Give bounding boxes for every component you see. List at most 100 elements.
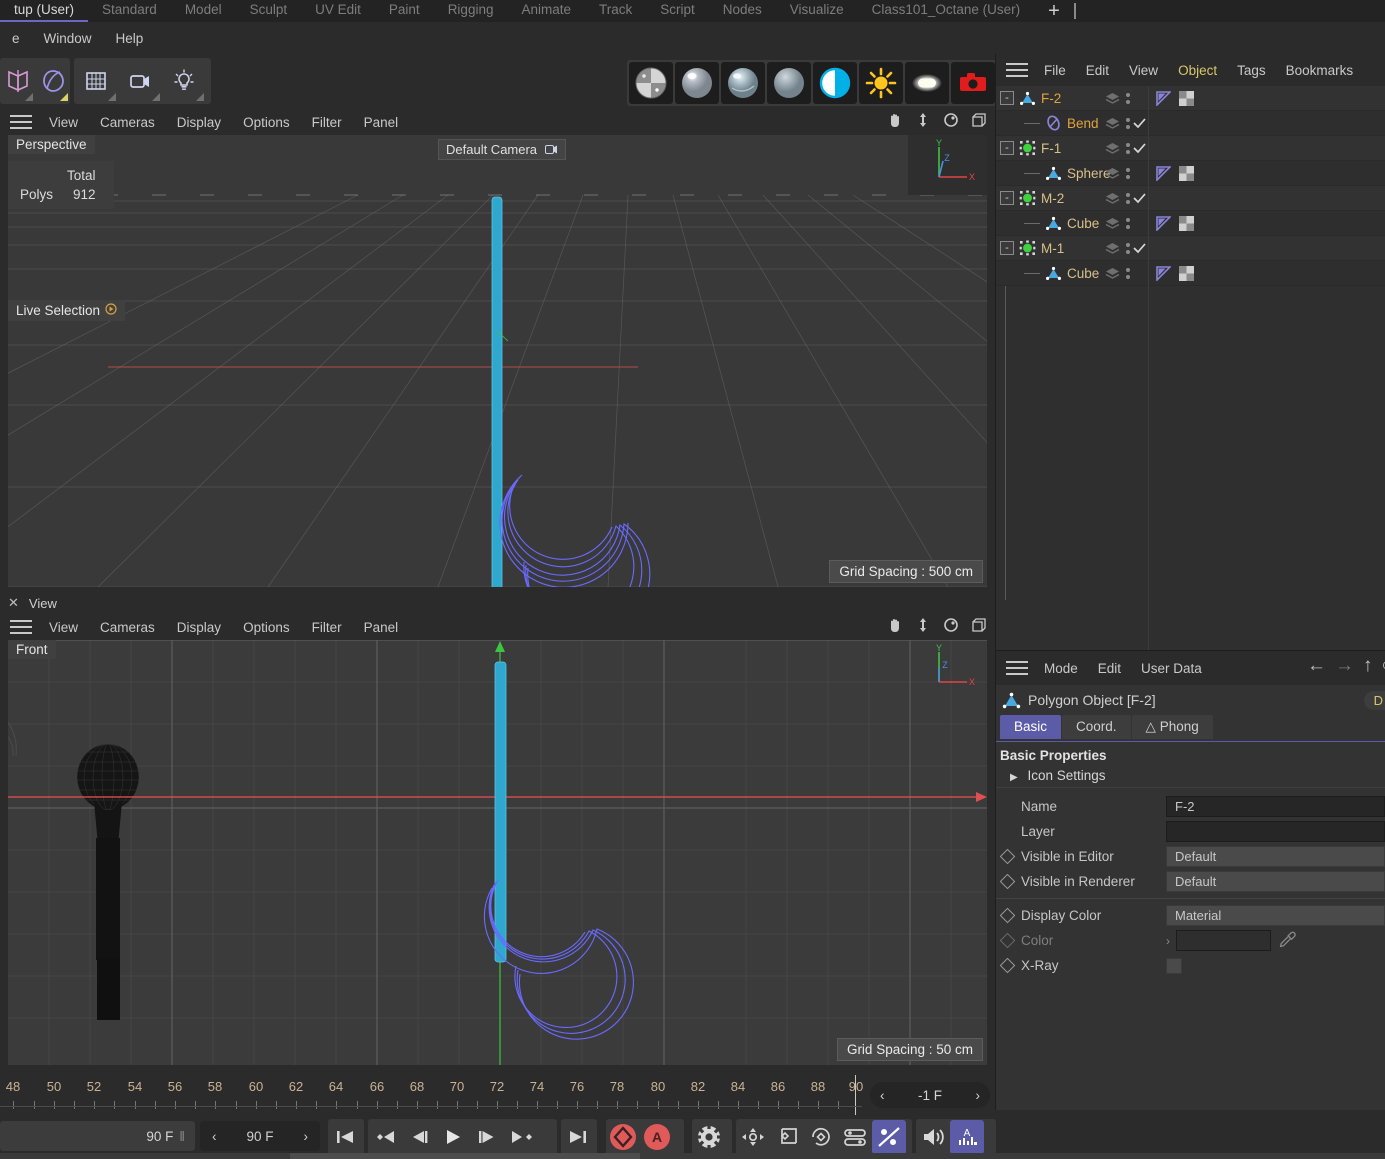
prev-frame-arrow[interactable]: ‹ (880, 1088, 885, 1103)
polygon-object-icon[interactable] (1043, 264, 1063, 282)
expander-toggle[interactable]: - (1000, 241, 1014, 255)
go-to-start-icon[interactable] (328, 1120, 362, 1154)
layout-tab-1[interactable]: Standard (88, 0, 171, 22)
visible-in-editor-select[interactable]: Default (1166, 846, 1385, 867)
null-object-icon[interactable] (1017, 139, 1037, 157)
object-menu-edit[interactable]: Edit (1076, 63, 1119, 78)
display-color-select[interactable]: Material (1166, 905, 1385, 926)
animate-keyframe-diamond-icon[interactable] (999, 873, 1016, 890)
attribute-pin-button[interactable]: D (1363, 690, 1385, 710)
maximize-icon[interactable] (971, 112, 987, 131)
viewport1-menu-view[interactable]: View (38, 115, 89, 130)
viewport2-hamburger-icon[interactable] (10, 620, 32, 634)
layout-tab-8[interactable]: Track (585, 0, 646, 22)
object-tags[interactable] (1156, 90, 1194, 106)
viewport1-camera-badge[interactable]: Default Camera (438, 139, 566, 160)
contrast-icon[interactable] (813, 62, 857, 104)
render-camera-icon[interactable] (951, 62, 995, 104)
resize-grip-icon[interactable]: ‖ (179, 1129, 185, 1144)
table-row[interactable]: - M-1 (996, 236, 1385, 261)
viewport2-menu-display[interactable]: Display (166, 620, 232, 635)
current-frame-value[interactable]: 90 F (246, 1129, 273, 1144)
attr-menu-edit[interactable]: Edit (1088, 661, 1131, 676)
viewport1-menu-options[interactable]: Options (232, 115, 301, 130)
table-row[interactable]: - F-1 (996, 136, 1385, 161)
viewport2-menu-cameras[interactable]: Cameras (89, 620, 166, 635)
glossy-material-icon[interactable] (675, 62, 719, 104)
zoom-icon[interactable] (915, 112, 931, 131)
viewport2-menu-panel[interactable]: Panel (353, 620, 410, 635)
next-frame-icon[interactable] (470, 1120, 504, 1154)
layout-tab-2[interactable]: Model (171, 0, 236, 22)
viewport2-canvas[interactable]: Front Y X Z Grid Spacing : 50 cm (8, 640, 987, 1065)
next-key-icon[interactable] (504, 1120, 538, 1154)
viewport1-projection-label[interactable]: Perspective (8, 135, 95, 154)
maximize-icon[interactable] (971, 617, 987, 636)
null-object-icon[interactable] (1017, 239, 1037, 257)
object-layer-controls[interactable] (1104, 191, 1146, 205)
pan-icon[interactable] (887, 112, 903, 131)
viewport1-menu-filter[interactable]: Filter (301, 115, 353, 130)
sound-icon[interactable] (916, 1120, 950, 1154)
animate-keyframe-diamond-icon[interactable] (999, 907, 1016, 924)
viewport2-menu-options[interactable]: Options (232, 620, 301, 635)
next-arrow[interactable]: › (303, 1129, 308, 1144)
viewport1-menu-cameras[interactable]: Cameras (89, 115, 166, 130)
object-name[interactable]: F-1 (1041, 141, 1061, 156)
timeline-playhead[interactable] (855, 1075, 856, 1115)
object-name[interactable]: M-1 (1041, 241, 1064, 256)
tab-phong[interactable]: △ Phong (1131, 715, 1213, 739)
object-layer-controls[interactable] (1104, 216, 1130, 230)
object-menu-bookmarks[interactable]: Bookmarks (1276, 63, 1364, 78)
expander-toggle[interactable]: - (1000, 91, 1014, 105)
object-menu-view[interactable]: View (1119, 63, 1168, 78)
chevron-right-icon[interactable]: › (1166, 934, 1170, 948)
visibility-dots[interactable] (1126, 192, 1130, 204)
table-row[interactable]: Cube (996, 261, 1385, 286)
menu-item-window[interactable]: Window (32, 31, 104, 46)
attr-menu-mode[interactable]: Mode (1034, 661, 1088, 676)
add-layout-button[interactable]: + (1034, 1, 1074, 21)
visibility-dots[interactable] (1126, 92, 1130, 104)
record-keyframe-icon[interactable] (606, 1120, 640, 1154)
animate-keyframe-diamond-icon[interactable] (999, 848, 1016, 865)
animate-keyframe-diamond-icon[interactable] (999, 932, 1016, 949)
menu-item-help[interactable]: Help (104, 31, 156, 46)
object-tags[interactable] (1156, 215, 1194, 231)
object-menu-object[interactable]: Object (1168, 63, 1227, 78)
visible-in-renderer-select[interactable]: Default (1166, 871, 1385, 892)
prev-key-icon[interactable] (368, 1120, 402, 1154)
checker-material-icon[interactable] (629, 62, 673, 104)
viewport2-projection-label[interactable]: Front (8, 640, 56, 659)
x-ray-checkbox[interactable] (1166, 957, 1182, 974)
camera-icon[interactable] (118, 59, 162, 103)
table-row[interactable]: Cube (996, 211, 1385, 236)
viewport2-menu-filter[interactable]: Filter (301, 620, 353, 635)
layout-tab-5[interactable]: Paint (375, 0, 434, 22)
object-name[interactable]: Bend (1067, 116, 1099, 131)
object-menu-file[interactable]: File (1034, 63, 1076, 78)
layout-tab-10[interactable]: Nodes (709, 0, 776, 22)
layout-tab-9[interactable]: Script (646, 0, 709, 22)
rotate-icon[interactable] (943, 112, 959, 131)
light-icon[interactable] (162, 59, 206, 103)
visibility-dots[interactable] (1126, 167, 1130, 179)
object-tags[interactable] (1156, 265, 1194, 281)
visibility-dots[interactable] (1126, 242, 1130, 254)
menu-item-file[interactable]: e (0, 31, 32, 46)
visibility-dots[interactable] (1126, 217, 1130, 229)
layout-tab-11[interactable]: Visualize (776, 0, 858, 22)
record-position-icon[interactable] (736, 1120, 770, 1154)
object-tags[interactable] (1156, 165, 1194, 181)
area-light-icon[interactable] (905, 62, 949, 104)
pan-icon[interactable] (887, 617, 903, 636)
go-to-end-icon[interactable] (561, 1120, 595, 1154)
viewport1-menu-display[interactable]: Display (166, 115, 232, 130)
object-layer-controls[interactable] (1104, 241, 1146, 255)
layout-tab-3[interactable]: Sculpt (236, 0, 302, 22)
current-frame-stepper[interactable]: ‹ 90 F › (200, 1121, 320, 1151)
record-pla-icon[interactable] (872, 1120, 906, 1154)
eyedropper-icon[interactable] (1279, 931, 1296, 951)
tab-basic[interactable]: Basic (1000, 715, 1062, 739)
zoom-icon[interactable] (915, 617, 931, 636)
